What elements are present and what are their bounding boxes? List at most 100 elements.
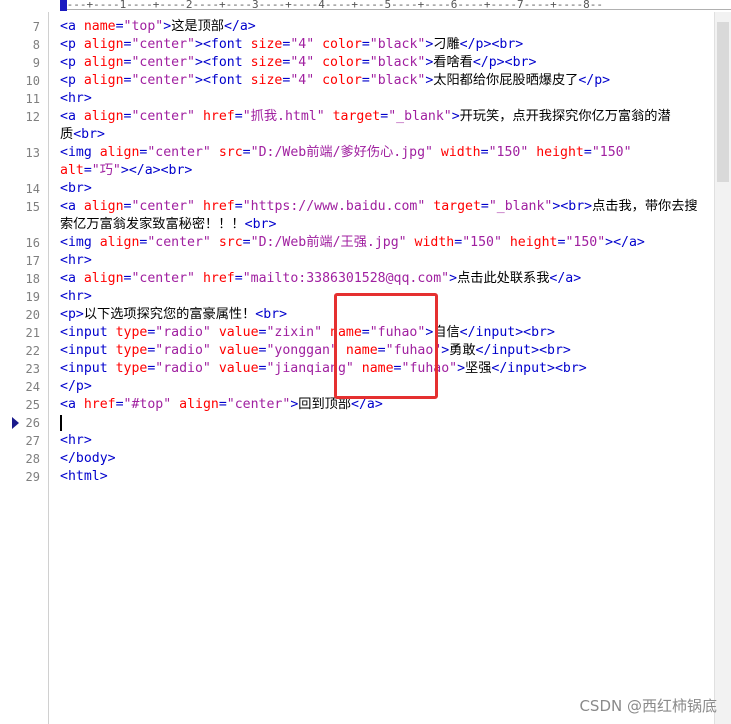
code-line[interactable]: <br> — [60, 180, 92, 198]
code-token: <hr> — [60, 289, 92, 304]
line-number: 29 — [25, 470, 40, 484]
code-token: </p> — [472, 55, 505, 70]
code-token: > — [441, 343, 450, 358]
code-token: "150" — [488, 145, 529, 160]
code-token: "_blank" — [388, 109, 452, 124]
code-line[interactable]: </p> — [60, 378, 92, 396]
code-token: "center" — [131, 55, 196, 70]
line-number: 25 — [25, 398, 40, 412]
code-line[interactable]: <p align="center"><font size="4" color="… — [60, 36, 523, 54]
code-line[interactable]: <p align="center"><font size="4" color="… — [60, 54, 536, 72]
code-token: <img — [60, 235, 100, 250]
code-token: 开玩笑，点开我探究你亿万富翁的潜 — [459, 109, 671, 124]
code-line[interactable]: alt="巧"></a><br> — [60, 162, 192, 180]
line-number: 10 — [25, 74, 40, 88]
code-token: "center" — [147, 145, 211, 160]
code-line[interactable]: <input type="radio" value="yonggan" name… — [60, 342, 571, 360]
code-line[interactable]: 索亿万富翁发家致富秘密！！！<br> — [60, 216, 276, 234]
code-token: <br> — [73, 127, 105, 142]
code-line[interactable]: <html> — [60, 468, 108, 486]
line-number: 27 — [25, 434, 40, 448]
code-line[interactable]: <a align="center" href="抓我.html" target=… — [60, 108, 671, 126]
code-token: <p — [60, 73, 84, 88]
scrollbar-thumb[interactable] — [717, 22, 729, 182]
code-token: = — [361, 73, 370, 88]
code-token: "center" — [131, 109, 196, 124]
code-token: </input> — [459, 325, 524, 340]
code-token: "radio" — [155, 361, 211, 376]
code-line[interactable]: <a align="center" href="mailto:338630152… — [60, 270, 581, 288]
line-number: 13 — [25, 146, 40, 160]
code-token: = — [361, 37, 370, 52]
code-line[interactable]: 质<br> — [60, 126, 105, 144]
vertical-scrollbar[interactable] — [714, 12, 731, 724]
code-line[interactable]: <a align="center" href="https://www.baid… — [60, 198, 698, 216]
code-token: = — [83, 163, 92, 178]
code-token: <font — [202, 55, 251, 70]
code-token: value — [218, 361, 259, 376]
code-line[interactable]: <hr> — [60, 432, 92, 450]
code-line[interactable]: <hr> — [60, 252, 92, 270]
code-token: </a> — [613, 235, 645, 250]
code-token: 这是顶部 — [171, 19, 224, 34]
line-number: 17 — [25, 254, 40, 268]
code-token: = — [242, 145, 251, 160]
code-token: </a> — [128, 163, 161, 178]
code-token: > — [449, 271, 458, 286]
code-token: = — [361, 55, 370, 70]
code-token: align — [83, 73, 124, 88]
code-token: <br> — [244, 217, 277, 232]
code-line[interactable]: <img align="center" src="D:/Web前端/爹好伤心.j… — [60, 144, 632, 162]
code-line[interactable]: <input type="radio" value="jianqiang" na… — [60, 360, 587, 378]
code-line[interactable]: <hr> — [60, 288, 92, 306]
line-number: 26 — [25, 416, 40, 430]
code-token: "center" — [131, 271, 196, 286]
code-token: 刁雕 — [433, 37, 460, 52]
code-line[interactable]: <p>以下选项探究您的富豪属性！<br> — [60, 306, 287, 324]
code-line[interactable]: <hr> — [60, 90, 92, 108]
code-token: type — [115, 325, 148, 340]
code-token: "D:/Web前端/王强.jpg" — [250, 235, 407, 250]
code-line[interactable]: <a name="top">这是顶部</a> — [60, 18, 256, 36]
ruler-scale: ----+----1----+----2----+----3----+----4… — [60, 0, 731, 10]
code-token: <br> — [491, 37, 524, 52]
code-line[interactable]: <input type="radio" value="zixin" name="… — [60, 324, 555, 342]
code-line[interactable]: <img align="center" src="D:/Web前端/王强.jpg… — [60, 234, 645, 252]
code-token: "yonggan" — [266, 343, 338, 358]
code-token: "#top" — [123, 397, 172, 412]
code-token: href — [202, 271, 235, 286]
code-token: "radio" — [155, 343, 211, 358]
code-token: <p — [60, 37, 84, 52]
code-token: 勇敢 — [449, 343, 476, 358]
code-token: height — [536, 145, 584, 160]
code-token: 点击我，带你去搜 — [592, 199, 698, 214]
code-token: "4" — [290, 73, 315, 88]
code-token: value — [218, 343, 259, 358]
code-token: </body> — [60, 451, 116, 466]
line-number-gutter: 7 8 9 10 11 12 13 14 15 16 17 18 19 20 21 22 23 24 25 26 27 2… — [0, 12, 50, 724]
line-number: 28 — [25, 452, 40, 466]
code-token: > — [120, 163, 129, 178]
code-token: <html> — [60, 469, 108, 484]
code-token: 看啥看 — [433, 55, 473, 70]
code-token: "150" — [565, 235, 606, 250]
code-token: "center" — [131, 37, 196, 52]
line-number: 15 — [25, 200, 40, 214]
code-line[interactable]: <a href="#top" align="center">回到顶部</a> — [60, 396, 383, 414]
line-number: 24 — [25, 380, 40, 394]
code-line[interactable]: </body> — [60, 450, 116, 468]
code-token: type — [115, 361, 148, 376]
gutter-divider — [48, 12, 49, 724]
code-token: <br> — [255, 307, 288, 322]
code-line[interactable]: <p align="center"><font size="4" color="… — [60, 72, 610, 90]
code-token: value — [218, 325, 259, 340]
code-token: color — [322, 37, 362, 52]
code-token: <a — [60, 397, 84, 412]
watermark: CSDN @西红柿锅底 — [579, 697, 717, 715]
